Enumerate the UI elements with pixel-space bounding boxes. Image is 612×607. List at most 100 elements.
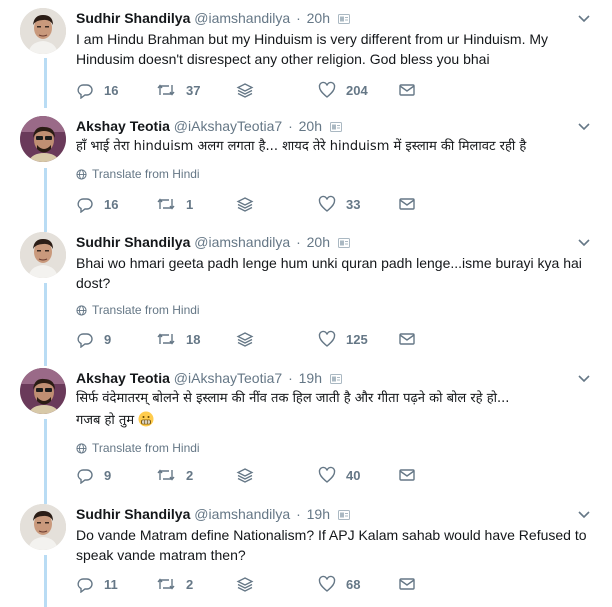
tweet-time[interactable]: 20h — [299, 118, 322, 134]
reply-button[interactable]: 11 — [76, 574, 118, 596]
tweet-time[interactable]: 20h — [307, 10, 330, 26]
reply-button[interactable]: 9 — [76, 465, 111, 487]
avatar[interactable] — [20, 232, 66, 278]
translate-badge-icon — [337, 238, 350, 248]
separator-dot: · — [288, 118, 293, 134]
retweet-icon — [157, 198, 175, 210]
tweet-actions: 9 18 125 — [76, 329, 416, 351]
tweet-actions: 11 2 68 — [76, 574, 416, 596]
tweet-actions: 16 1 33 — [76, 194, 416, 216]
tweet-header: Sudhir Shandilya @iamshandilya · 19h — [76, 504, 592, 524]
reply-count: 11 — [104, 577, 118, 592]
translate-badge-icon — [337, 14, 350, 24]
globe-icon — [76, 169, 87, 180]
author-handle[interactable]: @iAkshayTeotia7 — [174, 118, 282, 134]
heart-icon — [318, 81, 336, 98]
heart-icon — [318, 195, 336, 212]
translate-link[interactable]: Translate from Hindi — [76, 302, 592, 318]
author-handle[interactable]: @iamshandilya — [194, 10, 290, 26]
retweet-count: 18 — [186, 332, 201, 347]
dm-button[interactable] — [398, 574, 426, 596]
dm-icon — [399, 578, 415, 590]
retweet-count: 2 — [186, 577, 194, 592]
reply-count: 9 — [104, 332, 112, 347]
author-handle[interactable]: @iamshandilya — [194, 506, 290, 522]
retweet-icon — [157, 469, 175, 481]
avatar[interactable] — [20, 116, 66, 162]
tweet-time[interactable]: 20h — [307, 234, 330, 250]
author-handle[interactable]: @iamshandilya — [194, 234, 290, 250]
tweet-header: Sudhir Shandilya @iamshandilya · 20h — [76, 232, 592, 252]
translate-badge-icon — [329, 122, 342, 132]
retweet-count: 2 — [186, 468, 194, 483]
author-name[interactable]: Sudhir Shandilya — [76, 10, 190, 26]
author-handle[interactable]: @iAkshayTeotia7 — [174, 370, 282, 386]
retweet-button[interactable]: 18 — [156, 329, 200, 351]
translate-link[interactable]: Translate from Hindi — [76, 440, 592, 456]
stack-button[interactable] — [236, 194, 264, 216]
like-button[interactable]: 125 — [318, 329, 368, 351]
dm-button[interactable] — [398, 329, 426, 351]
dm-button[interactable] — [398, 80, 426, 102]
dm-icon — [399, 84, 415, 96]
tweet-time[interactable]: 19h — [299, 370, 322, 386]
chevron-down-icon[interactable] — [576, 370, 592, 386]
globe-icon — [76, 443, 87, 454]
author-name[interactable]: Akshay Teotia — [76, 118, 170, 134]
stack-button[interactable] — [236, 80, 264, 102]
heart-icon — [318, 575, 336, 592]
separator-dot: · — [296, 506, 301, 522]
avatar[interactable] — [20, 368, 66, 414]
like-count: 40 — [346, 468, 361, 483]
reply-count: 16 — [104, 197, 119, 212]
reply-button[interactable]: 16 — [76, 194, 118, 216]
retweet-button[interactable]: 2 — [156, 574, 193, 596]
separator-dot: · — [296, 10, 301, 26]
heart-icon — [318, 466, 336, 483]
heart-icon — [318, 330, 336, 347]
reply-icon — [77, 469, 93, 485]
retweet-button[interactable]: 37 — [156, 80, 200, 102]
chevron-down-icon[interactable] — [576, 506, 592, 522]
stack-icon — [236, 577, 254, 592]
author-name[interactable]: Sudhir Shandilya — [76, 234, 190, 250]
tweet-header: Akshay Teotia @iAkshayTeotia7 · 20h — [76, 116, 592, 136]
stack-button[interactable] — [236, 574, 264, 596]
avatar[interactable] — [20, 8, 66, 54]
stack-button[interactable] — [236, 465, 264, 487]
like-button[interactable]: 204 — [318, 80, 368, 102]
like-button[interactable]: 68 — [318, 574, 360, 596]
chevron-down-icon[interactable] — [576, 118, 592, 134]
chevron-down-icon[interactable] — [576, 10, 592, 26]
separator-dot: · — [288, 370, 293, 386]
retweet-count: 1 — [186, 197, 194, 212]
retweet-button[interactable]: 2 — [156, 465, 193, 487]
thread-line — [44, 555, 47, 607]
thread-line — [44, 419, 47, 504]
tweet-time[interactable]: 19h — [307, 506, 330, 522]
author-name[interactable]: Akshay Teotia — [76, 370, 170, 386]
like-count: 125 — [346, 332, 368, 347]
like-count: 33 — [346, 197, 361, 212]
thread-line — [44, 168, 47, 232]
separator-dot: · — [296, 234, 301, 250]
chevron-down-icon[interactable] — [576, 234, 592, 250]
thread-line — [44, 283, 47, 366]
reply-button[interactable]: 16 — [76, 80, 118, 102]
retweet-button[interactable]: 1 — [156, 194, 193, 216]
avatar[interactable] — [20, 504, 66, 550]
like-button[interactable]: 40 — [318, 465, 360, 487]
reply-button[interactable]: 9 — [76, 329, 111, 351]
dm-button[interactable] — [398, 465, 426, 487]
reply-icon — [77, 578, 93, 594]
dm-button[interactable] — [398, 194, 426, 216]
retweet-count: 37 — [186, 83, 201, 98]
like-button[interactable]: 33 — [318, 194, 360, 216]
dm-icon — [399, 198, 415, 210]
stack-icon — [236, 197, 254, 212]
stack-button[interactable] — [236, 329, 264, 351]
tweet-header: Sudhir Shandilya @iamshandilya · 20h — [76, 8, 592, 28]
author-name[interactable]: Sudhir Shandilya — [76, 506, 190, 522]
tweet-text: सिर्फ वंदेमातरम् बोलने से इस्लाम की नींव… — [76, 391, 510, 428]
translate-link[interactable]: Translate from Hindi — [76, 166, 592, 182]
